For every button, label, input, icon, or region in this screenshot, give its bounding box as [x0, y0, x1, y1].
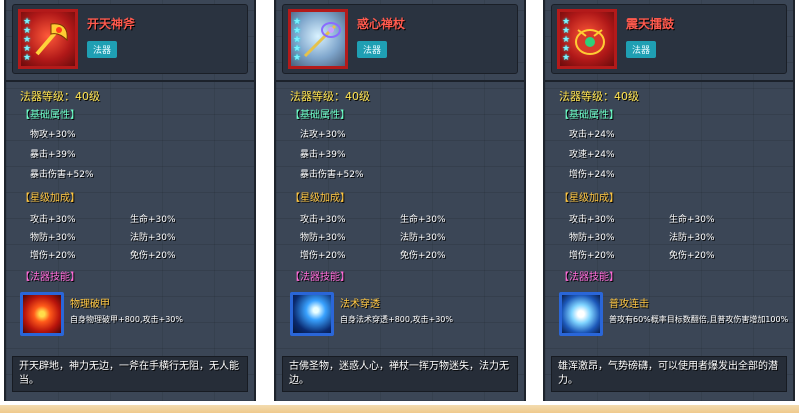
star-stat: 攻击+30%: [30, 215, 76, 225]
section-base-attributes: 【基础属性】: [20, 110, 80, 121]
star-stat: 攻击+30%: [300, 215, 346, 225]
axe-icon: [35, 23, 68, 56]
section-star-bonus: 【星级加成】: [559, 193, 619, 204]
base-stat: 增伤+24%: [569, 170, 615, 180]
skill-name: 法术穿透: [340, 299, 380, 310]
star-rating-icon: ★ ★ ★ ★ ★: [562, 17, 571, 63]
artifact-level: 法器等级：40级: [559, 90, 639, 103]
artifact-lore: 雄浑激昂，气势磅礴，可以使用者爆发出全部的潜力。: [551, 356, 787, 392]
skill-name: 普攻连击: [609, 299, 649, 310]
skill-starburst-icon[interactable]: [559, 292, 603, 336]
skill-pierce-icon[interactable]: [290, 292, 334, 336]
skill-description: 普攻有60%概率目标数翻倍,且普攻伤害增加100%: [609, 315, 789, 324]
section-base-attributes: 【基础属性】: [290, 110, 350, 121]
skill-description: 自身法术穿透+800,攻击+30%: [340, 315, 453, 324]
staff-icon: [303, 22, 341, 58]
star-stat: 生命+30%: [400, 215, 446, 225]
section-artifact-skill: 【法器技能】: [559, 272, 619, 283]
artifact-portrait: ★ ★ ★ ★ ★: [18, 9, 78, 69]
star-stat: 法防+30%: [400, 233, 446, 243]
star-stat: 法防+30%: [130, 233, 176, 243]
star-stat: 免伤+20%: [669, 251, 715, 261]
base-stat: 攻击+24%: [569, 130, 615, 140]
star-rating-icon: ★ ★ ★ ★ ★: [293, 17, 302, 63]
artifact-portrait: ★ ★ ★ ★ ★: [288, 9, 348, 69]
star-stat: 生命+30%: [130, 215, 176, 225]
base-stat: 物攻+30%: [30, 130, 76, 140]
star-stat: 增伤+20%: [569, 251, 615, 261]
base-stat: 暴击伤害+52%: [300, 170, 364, 180]
star-stat: 物防+30%: [569, 233, 615, 243]
star-stat: 法防+30%: [669, 233, 715, 243]
item-type-badge: 法器: [357, 41, 388, 58]
section-artifact-skill: 【法器技能】: [20, 272, 80, 283]
section-star-bonus: 【星级加成】: [20, 193, 80, 204]
section-star-bonus: 【星级加成】: [290, 193, 350, 204]
artifact-lore: 古佛圣物，迷惑人心，禅杖一挥万物迷失，法力无边。: [282, 356, 518, 392]
card-header: ★ ★ ★ ★ ★ 震天擂鼓 法器: [551, 4, 787, 74]
item-type-badge: 法器: [87, 41, 118, 58]
artifact-level: 法器等级：40级: [20, 90, 100, 103]
star-stat: 免伤+20%: [400, 251, 446, 261]
star-stat: 物防+30%: [30, 233, 76, 243]
artifact-portrait: ★ ★ ★ ★ ★: [557, 9, 617, 69]
bottom-banner: [0, 405, 799, 413]
artifact-card-kaitian[interactable]: ★ ★ ★ ★ ★ 开天神斧 法器 法器等级：40级 【基础属性】 物攻+30% 暴击+…: [4, 0, 256, 401]
star-stat: 增伤+20%: [30, 251, 76, 261]
card-header: ★ ★ ★ ★ ★ 惑心禅杖 法器: [282, 4, 518, 74]
card-header: ★ ★ ★ ★ ★ 开天神斧 法器: [12, 4, 248, 74]
divider: [6, 80, 254, 82]
artifact-level: 法器等级：40级: [290, 90, 370, 103]
star-stat: 免伤+20%: [130, 251, 176, 261]
divider: [276, 80, 524, 82]
base-stat: 法攻+30%: [300, 130, 346, 140]
section-base-attributes: 【基础属性】: [559, 110, 619, 121]
star-stat: 攻击+30%: [569, 215, 615, 225]
artifact-lore: 开天辟地，神力无边，一斧在手横行无阻，无人能当。: [12, 356, 248, 392]
item-type-badge: 法器: [626, 41, 657, 58]
star-stat: 物防+30%: [300, 233, 346, 243]
base-stat: 暴击+39%: [300, 150, 346, 160]
artifact-card-huoxin[interactable]: ★ ★ ★ ★ ★ 惑心禅杖 法器 法器等级：40级 【基础属性】 法攻+30% 暴击+…: [274, 0, 526, 401]
item-name: 惑心禅杖: [357, 17, 406, 31]
drum-icon: [575, 29, 605, 55]
item-name: 开天神斧: [87, 17, 136, 31]
star-rating-icon: ★ ★ ★ ★ ★: [23, 17, 32, 63]
section-artifact-skill: 【法器技能】: [290, 272, 350, 283]
star-stat: 生命+30%: [669, 215, 715, 225]
artifact-card-zhentian[interactable]: ★ ★ ★ ★ ★ 震天擂鼓 法器 法器等级：40级 【基础属性】 攻击+24% 攻速+…: [543, 0, 795, 401]
star-stat: 增伤+20%: [300, 251, 346, 261]
base-stat: 暴击+39%: [30, 150, 76, 160]
skill-description: 自身物理破甲+800,攻击+30%: [70, 315, 183, 324]
base-stat: 攻速+24%: [569, 150, 615, 160]
skill-name: 物理破甲: [70, 299, 110, 310]
base-stat: 暴击伤害+52%: [30, 170, 94, 180]
item-name: 震天擂鼓: [626, 17, 675, 31]
skill-burst-icon[interactable]: [20, 292, 64, 336]
divider: [545, 80, 793, 82]
